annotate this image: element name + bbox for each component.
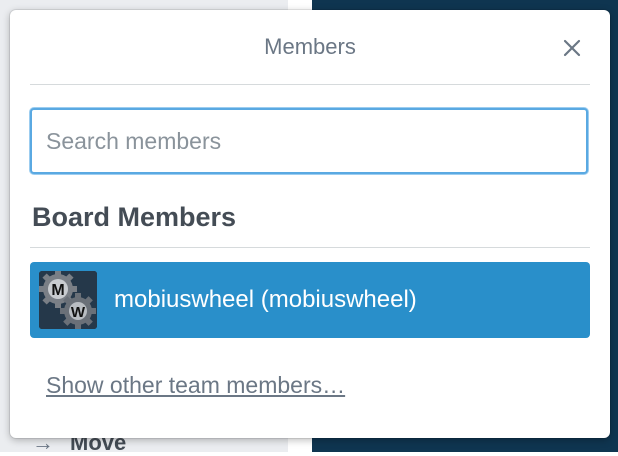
popover-title: Members xyxy=(264,34,356,59)
close-icon xyxy=(563,39,581,57)
gears-avatar-icon: M W xyxy=(39,271,97,329)
members-popover: Members Board Members xyxy=(10,10,610,438)
member-row-mobiuswheel[interactable]: M W mobiuswheel (mobiuswheel) xyxy=(30,262,590,338)
avatar-initial-w: W xyxy=(71,304,86,321)
avatar-initial-m: M xyxy=(51,282,64,299)
board-members-heading: Board Members xyxy=(32,202,237,232)
section-divider xyxy=(30,247,590,248)
avatar: M W xyxy=(39,271,97,329)
search-members-input[interactable] xyxy=(30,108,588,174)
show-other-team-members-link[interactable]: Show other team members… xyxy=(46,372,345,399)
close-button[interactable] xyxy=(554,30,590,66)
popover-header: Members xyxy=(30,10,590,85)
member-name: mobiuswheel (mobiuswheel) xyxy=(114,286,417,313)
